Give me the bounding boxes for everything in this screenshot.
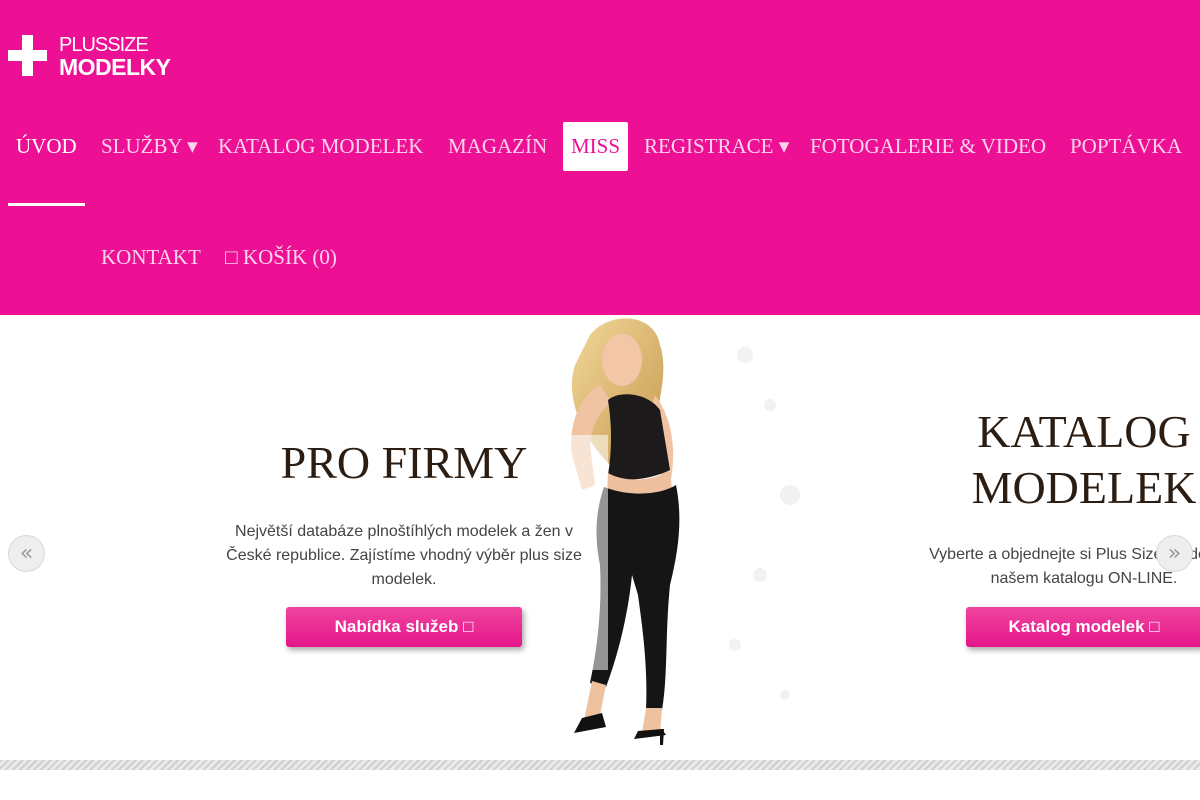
slide-text-katalog-line2: našem katalogu ON-LINE. — [990, 570, 1178, 587]
logo-text-bottom: MODELKY — [59, 54, 171, 80]
hero-slider: PRO FIRMY Největší databáze plnoštíhlých… — [0, 315, 1200, 760]
nav-item-sluzby[interactable]: SLUŽBY ▾ — [93, 122, 206, 171]
slider-next-icon[interactable]: » — [1156, 535, 1193, 572]
slide-title-pro-firmy: PRO FIRMY — [280, 437, 528, 488]
nabidka-sluzeb-button[interactable]: Nabídka služeb □ — [286, 607, 522, 647]
nav-item-kontakt[interactable]: KONTAKT — [93, 233, 209, 282]
site-header: PLUSSIZE MODELKY ÚVOD SLUŽBY ▾ KATALOG M… — [0, 0, 1200, 315]
nav-item-uvod[interactable]: ÚVOD — [8, 122, 85, 171]
plus-icon — [8, 35, 48, 76]
slide-title-katalog: KATALOG — [977, 406, 1191, 457]
section-divider — [0, 760, 1200, 770]
nav-item-miss[interactable]: MISS — [563, 122, 628, 171]
nav-item-kosik[interactable]: □ KOŠÍK (0) — [217, 233, 345, 282]
katalog-modelek-button[interactable]: Katalog modelek □ — [966, 607, 1200, 647]
nav-item-poptavka[interactable]: POPTÁVKA — [1062, 122, 1190, 171]
nav-item-registrace[interactable]: REGISTRACE ▾ — [636, 122, 797, 171]
nav-item-magazin[interactable]: MAGAZÍN — [440, 122, 555, 171]
slider-prev-icon[interactable]: « — [8, 535, 45, 572]
nav-item-fotogalerie-video[interactable]: FOTOGALERIE & VIDEO — [802, 122, 1054, 171]
nav-item-katalog-modelek[interactable]: KATALOG MODELEK — [210, 122, 431, 171]
logo-text-top: PLUSSIZE — [59, 34, 149, 56]
slide-title-modelek: MODELEK — [971, 462, 1197, 513]
nav-active-indicator — [8, 203, 85, 206]
slide-text-pro-firmy: Největší databáze plnoštíhlých modelek a… — [226, 523, 582, 588]
site-logo[interactable]: PLUSSIZE MODELKY — [8, 34, 171, 80]
